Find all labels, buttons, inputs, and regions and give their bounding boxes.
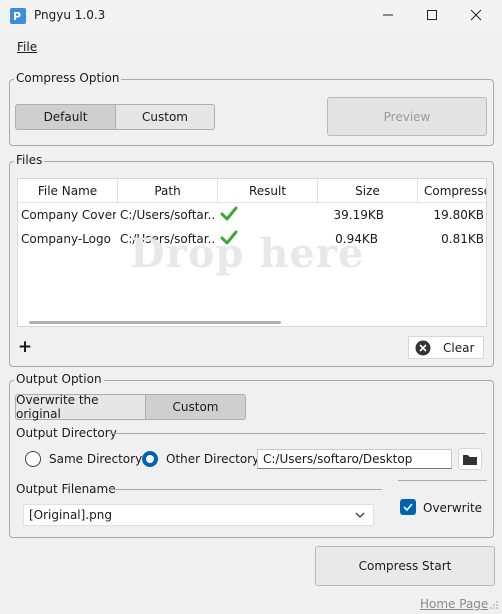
plus-icon: + bbox=[17, 337, 33, 357]
compress-start-button[interactable]: Compress Start bbox=[315, 546, 495, 586]
add-file-button[interactable]: + bbox=[17, 337, 33, 357]
row2-compressed: 0.81KB bbox=[441, 232, 484, 246]
maximize-icon bbox=[427, 10, 437, 20]
clear-button[interactable]: Clear bbox=[408, 336, 484, 359]
output-mode-custom[interactable]: Custom bbox=[145, 394, 246, 420]
check-mark-icon bbox=[220, 206, 238, 221]
output-directory-label: Output Directory bbox=[16, 426, 117, 440]
row1-path: C:/Users/softar... bbox=[120, 208, 216, 222]
browse-directory-button[interactable] bbox=[458, 448, 482, 470]
column-header-path[interactable]: Path bbox=[118, 179, 218, 203]
divider bbox=[107, 489, 382, 490]
close-button[interactable] bbox=[456, 0, 496, 30]
preview-button[interactable]: Preview bbox=[327, 97, 487, 136]
row1-size: 39.19KB bbox=[333, 208, 384, 222]
other-directory-label[interactable]: Other Directory bbox=[166, 452, 259, 466]
row2-file-name: Company-Logo bbox=[21, 232, 111, 246]
output-filename-label: Output Filename bbox=[16, 482, 116, 496]
pngyu-app-icon: P bbox=[10, 8, 26, 24]
column-header-file-name[interactable]: File Name bbox=[18, 179, 118, 203]
svg-text:P: P bbox=[13, 10, 21, 23]
output-option-legend: Output Option bbox=[14, 372, 104, 386]
output-filename-select[interactable]: [Original].png bbox=[23, 504, 374, 526]
row1-file-name: Company Cover... bbox=[21, 208, 116, 222]
row1-compressed: 19.80KB bbox=[433, 208, 484, 222]
resize-grip-icon[interactable] bbox=[489, 600, 499, 610]
other-directory-radio[interactable] bbox=[142, 451, 158, 467]
close-icon bbox=[470, 9, 482, 21]
files-legend: Files bbox=[14, 153, 45, 167]
drop-here-hint: Drop here bbox=[130, 230, 365, 277]
compress-option-legend: Compress Option bbox=[14, 71, 122, 85]
same-directory-label[interactable]: Same Directory bbox=[49, 452, 142, 466]
minimize-icon bbox=[383, 14, 393, 16]
minimize-button[interactable] bbox=[368, 0, 408, 30]
menu-file[interactable]: File bbox=[17, 40, 37, 54]
clear-icon bbox=[415, 340, 431, 355]
horizontal-scrollbar[interactable] bbox=[29, 321, 281, 324]
output-mode-overwrite-original[interactable]: Overwrite the original bbox=[15, 393, 146, 421]
overwrite-checkbox[interactable] bbox=[400, 499, 416, 515]
folder-icon bbox=[463, 455, 477, 465]
maximize-button[interactable] bbox=[412, 0, 452, 30]
checkmark-icon bbox=[403, 503, 413, 512]
compress-mode-default[interactable]: Default bbox=[15, 104, 116, 130]
column-header-result[interactable]: Result bbox=[218, 179, 318, 203]
column-header-size[interactable]: Size bbox=[318, 179, 418, 203]
window-title: Pngyu 1.0.3 bbox=[34, 8, 106, 22]
same-directory-radio[interactable] bbox=[25, 451, 41, 467]
output-directory-input[interactable]: C:/Users/softaro/Desktop bbox=[257, 449, 452, 469]
compress-mode-custom[interactable]: Custom bbox=[115, 104, 215, 130]
divider bbox=[398, 480, 487, 481]
home-page-link[interactable]: Home Page bbox=[420, 597, 488, 611]
divider bbox=[109, 433, 486, 434]
column-header-compressed[interactable]: Compressed bbox=[418, 179, 486, 203]
overwrite-label[interactable]: Overwrite bbox=[423, 501, 482, 515]
chevron-down-icon bbox=[355, 512, 365, 518]
